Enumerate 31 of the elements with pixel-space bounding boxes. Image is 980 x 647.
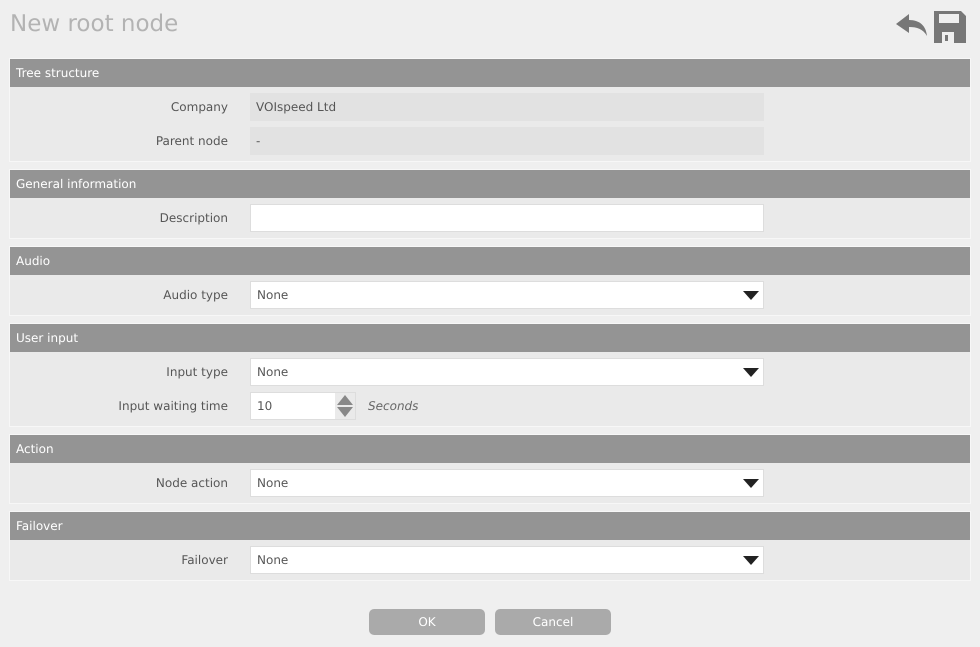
decrement-arrow-icon[interactable] <box>337 407 353 417</box>
dropdown[interactable]: None <box>250 469 764 497</box>
dropdown-arrow-icon <box>743 556 759 564</box>
read-only-field: - <box>250 127 764 155</box>
field-label: Parent node <box>154 133 229 150</box>
dropdown[interactable]: None <box>250 358 764 386</box>
input-field[interactable] <box>250 204 764 232</box>
field-label: Company <box>170 99 229 116</box>
section-header: Action <box>10 435 970 463</box>
dropdown-arrow-icon <box>743 368 759 376</box>
section-header: User input <box>10 324 970 352</box>
dropdown[interactable]: None <box>250 281 764 309</box>
increment-arrow-icon[interactable] <box>337 395 353 405</box>
unit-label: Seconds <box>368 398 418 415</box>
dropdown-arrow-icon <box>743 478 759 488</box>
read-only-field: VOIspeed Ltd <box>250 93 764 121</box>
section-header: Audio <box>10 247 970 275</box>
save-icon[interactable] <box>934 11 966 43</box>
field-label: Node action <box>154 475 229 492</box>
field-label: Description <box>158 210 229 227</box>
number-spinner[interactable]: 10 <box>250 392 356 420</box>
section-header: General information <box>10 170 970 198</box>
field-label: Input waiting time <box>117 398 229 415</box>
field-label: Input type <box>165 364 229 381</box>
field-label: Failover <box>180 552 229 569</box>
page-title: New root node <box>10 10 178 39</box>
section-header: Failover <box>10 512 970 540</box>
field-label: Audio type <box>162 287 229 304</box>
dropdown-arrow-icon <box>743 290 759 300</box>
dropdown[interactable]: None <box>250 546 764 574</box>
section-header: Tree structure <box>10 59 970 87</box>
